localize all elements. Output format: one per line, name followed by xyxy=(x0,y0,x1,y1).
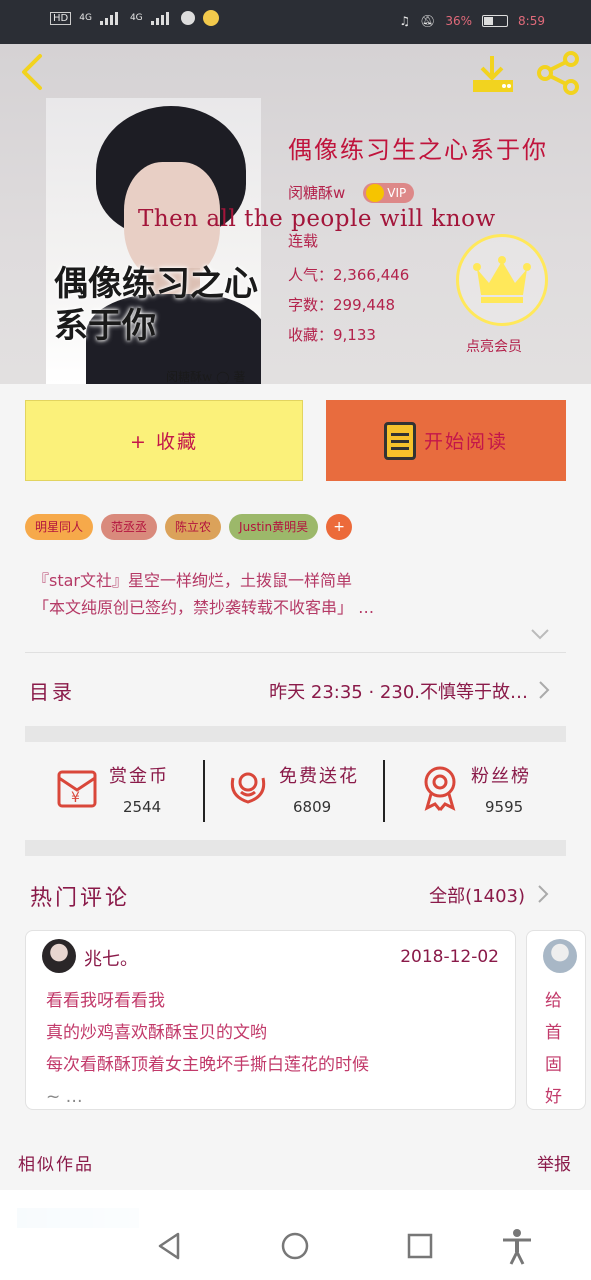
comment-date: 2018-12-02 xyxy=(400,947,499,967)
network-4g-1: 4G xyxy=(79,13,92,23)
system-nav-bar xyxy=(0,1208,591,1280)
comment-text: 看看我呀看看我 真的炒鸡喜欢酥酥宝贝的文哟 每次看酥酥顶着女主晚坏手撕白莲花的时… xyxy=(46,991,369,1107)
tag[interactable]: 陈立农 xyxy=(165,514,222,540)
similar-works-title: 相似作品 xyxy=(18,1155,94,1175)
tag[interactable]: Justin黄明昊 xyxy=(229,514,319,540)
book-title: 偶像练习生之心系于你 xyxy=(288,136,548,164)
lyric-overlay: Then all the people will know xyxy=(138,206,496,232)
tag-list: 明星同人 范丞丞 陈立农 Justin黄明昊 + xyxy=(25,514,353,540)
accessibility-icon[interactable] xyxy=(497,1226,537,1266)
add-tag-button[interactable]: + xyxy=(326,514,353,540)
popularity: 人气：2,366,446 xyxy=(288,266,410,284)
signal-icon-2 xyxy=(150,11,173,25)
hd-indicator: HD xyxy=(50,11,72,25)
all-comments-link[interactable]: 全部(1403) xyxy=(429,882,525,908)
favorites-count: 收藏：9,133 xyxy=(288,326,376,344)
network-4g-2: 4G xyxy=(129,13,143,23)
comment-username[interactable]: 兆七。 xyxy=(84,945,138,971)
hot-comments-title: 热门评论 xyxy=(30,886,131,911)
status-right: ♫ 🔕︎ 36% 8:59 xyxy=(399,14,545,28)
cover-title: 偶像练习之心系于你 xyxy=(54,264,258,346)
member-crown-button[interactable] xyxy=(456,234,548,326)
author-row: 闵糖酥w VIP xyxy=(288,182,415,203)
start-reading-button[interactable]: 开始阅读 xyxy=(326,400,566,481)
chevron-left-icon[interactable] xyxy=(14,52,50,92)
crown-icon xyxy=(473,256,531,303)
tag[interactable]: 明星同人 xyxy=(25,514,94,540)
gift-row: ¥ 赏金币 2544 免费送花 6809 粉丝榜 9595 xyxy=(25,742,566,842)
send-flowers[interactable]: 免费送花 6809 xyxy=(223,742,383,842)
book-stats: 人气：2,366,446 字数：299,448 收藏：9,133 xyxy=(288,260,409,350)
nav-recents-icon[interactable] xyxy=(400,1226,440,1266)
globe-icon xyxy=(180,11,195,25)
divider xyxy=(25,652,566,653)
mute-icon: 🔕︎ xyxy=(420,14,436,28)
flower-icon xyxy=(230,772,266,804)
book-description[interactable]: 『star文社』星空一样绚烂，土拨鼠一样简单 「本文纯原创已签约，禁抄袭转载不收… xyxy=(33,567,553,621)
chevron-right-icon[interactable] xyxy=(537,884,549,904)
status-bar: HD 4G 4G ♫ 🔕︎ 36% 8:59 xyxy=(0,0,591,44)
cover-author: 闵糖酥w ◯ 著 xyxy=(166,370,246,384)
comment-text: 给 首 固 好 xyxy=(545,991,562,1107)
app-notify-icon xyxy=(202,10,219,26)
tag[interactable]: 范丞丞 xyxy=(101,514,158,540)
clock: 8:59 xyxy=(518,14,545,28)
reward-coins[interactable]: ¥ 赏金币 2544 xyxy=(53,742,213,842)
word-count: 字数：299,448 xyxy=(288,296,396,314)
download-icon[interactable] xyxy=(470,54,516,94)
chevron-right-icon xyxy=(539,681,550,699)
crown-icon xyxy=(366,183,385,202)
share-icon[interactable] xyxy=(535,50,581,96)
nav-home-icon[interactable] xyxy=(275,1226,315,1266)
book-icon xyxy=(383,421,416,460)
battery-icon xyxy=(482,15,509,27)
fan-ranking[interactable]: 粉丝榜 9595 xyxy=(415,742,565,842)
catalog-label: 目录 xyxy=(29,680,75,704)
comment-card[interactable]: 兆七。 2018-12-02 看看我呀看看我 真的炒鸡喜欢酥酥宝贝的文哟 每次看… xyxy=(25,930,516,1110)
medal-icon xyxy=(424,766,456,811)
catalog-row[interactable]: 目录 昨天 23:35 · 230.不慎等于故… xyxy=(25,660,566,720)
comment-card[interactable]: 给 首 固 好 xyxy=(526,930,586,1110)
section-divider xyxy=(25,840,566,856)
section-divider xyxy=(25,726,566,742)
serial-status: 连载 xyxy=(288,232,319,250)
book-header: 偶像练习之心系于你 闵糖酥w ◯ 著 偶像练习生之心系于你 闵糖酥w VIP T… xyxy=(0,44,591,384)
book-detail-body: + 收藏 开始阅读 明星同人 范丞丞 陈立农 Justin黄明昊 + 『star… xyxy=(0,384,591,1190)
coin-envelope-icon: ¥ xyxy=(57,770,97,808)
book-cover[interactable]: 偶像练习之心系于你 闵糖酥w ◯ 著 xyxy=(46,98,261,384)
signal-icon xyxy=(99,11,122,25)
status-left: HD 4G 4G xyxy=(50,10,219,26)
svg-text:¥: ¥ xyxy=(71,790,80,806)
nav-back-icon[interactable] xyxy=(150,1226,190,1266)
member-label[interactable]: 点亮会员 xyxy=(466,336,522,356)
avatar[interactable] xyxy=(543,939,577,973)
battery-percent: 36% xyxy=(445,14,473,28)
vip-badge: VIP xyxy=(363,182,415,203)
avatar[interactable] xyxy=(42,939,76,973)
headphone-icon: ♫ xyxy=(399,14,411,28)
latest-chapter: 昨天 23:35 · 230.不慎等于故… xyxy=(269,682,528,703)
collect-button[interactable]: + 收藏 xyxy=(25,400,303,481)
chevron-down-icon[interactable] xyxy=(530,628,550,640)
author-name[interactable]: 闵糖酥w xyxy=(288,182,345,203)
report-link[interactable]: 举报 xyxy=(537,1150,571,1175)
